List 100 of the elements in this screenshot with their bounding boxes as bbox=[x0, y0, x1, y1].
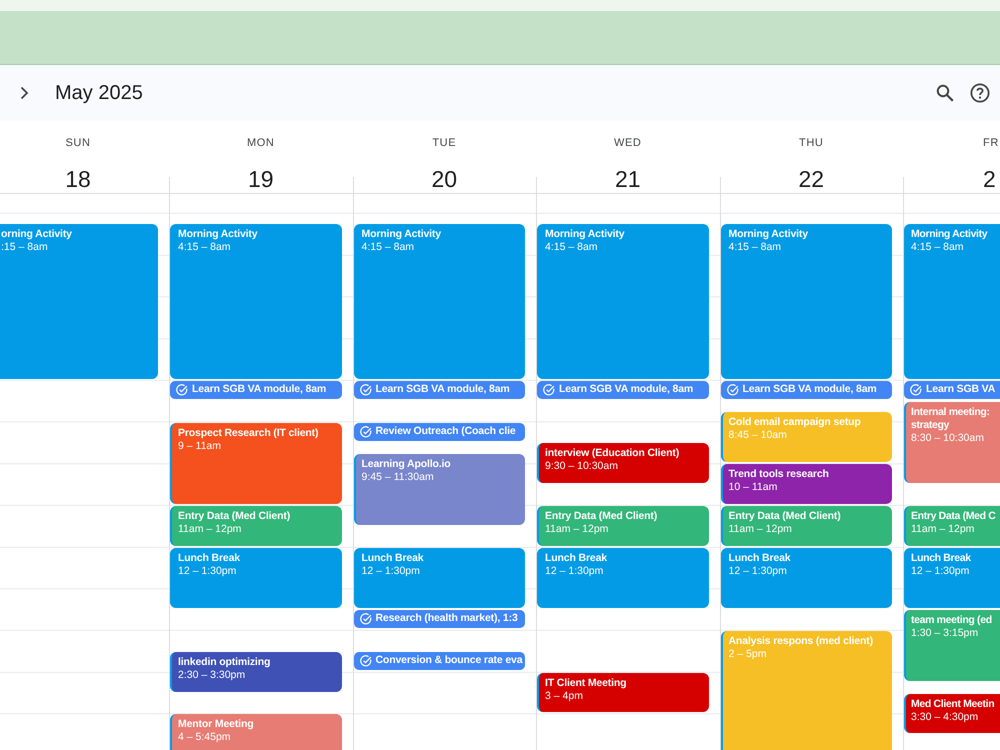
task-chip[interactable]: Research (health market), 1:3 bbox=[354, 610, 525, 628]
date-number[interactable]: 18 bbox=[65, 165, 91, 193]
date-number[interactable]: 2 bbox=[983, 165, 996, 193]
weekday-label: SUN bbox=[65, 137, 91, 149]
task-chip[interactable]: Learn SGB VA module, 8am bbox=[170, 380, 342, 399]
event-card[interactable]: Prospect Research (IT client) 9 – 11am bbox=[170, 422, 342, 504]
event-title: Lunch Break bbox=[362, 552, 424, 565]
event-title: Internal meeting: strategy bbox=[911, 406, 991, 432]
event-title: team meeting (ed bbox=[911, 614, 993, 628]
event-card[interactable]: Trend tools research 10 – 11am bbox=[720, 464, 892, 504]
event-time: 9:45 – 11:30am bbox=[362, 470, 435, 484]
event-title: IT Client Meeting bbox=[545, 676, 628, 690]
check-circle-icon bbox=[360, 613, 372, 626]
event-card[interactable]: interview (Education Client) 9:30 – 10:30am bbox=[537, 443, 708, 484]
event-time: 1:30 – 3:15pm bbox=[911, 627, 980, 640]
event-time: 11am – 12pm bbox=[178, 522, 242, 536]
event-title: Cold email campaign setup bbox=[728, 416, 862, 430]
event-title: orning Activity bbox=[1, 228, 73, 242]
check-circle-icon bbox=[176, 384, 188, 396]
month-title: May 2025 bbox=[55, 81, 143, 106]
event-card[interactable]: Morning Activity 4:15 – 8am bbox=[904, 224, 1000, 379]
task-chip[interactable]: Learn SGB VA module, 8am bbox=[720, 380, 892, 399]
weekday-label: WED bbox=[614, 137, 642, 149]
event-time: 3 – 4pm bbox=[545, 690, 584, 703]
event-time: 4:15 – 8am bbox=[362, 241, 416, 254]
event-title: Morning Activity bbox=[362, 228, 442, 242]
event-title: linkedin optimizing bbox=[178, 656, 272, 669]
event-card[interactable]: Morning Activity 4:15 – 8am bbox=[537, 224, 708, 379]
event-card[interactable]: Morning Activity 4:15 – 8am bbox=[354, 224, 525, 379]
task-chip[interactable]: Learn SGB VA module, 8am bbox=[537, 380, 708, 399]
check-circle-icon bbox=[360, 654, 372, 667]
event-title: Morning Activity bbox=[178, 228, 258, 242]
weekday-label: MON bbox=[247, 137, 274, 149]
weekday-label: THU bbox=[799, 137, 824, 149]
event-card[interactable]: Learning Apollo.io 9:45 – 11:30am bbox=[354, 454, 525, 525]
task-chip[interactable]: Learn SGB VA module, 8am bbox=[354, 380, 525, 399]
check-circle-icon bbox=[726, 384, 738, 396]
date-number[interactable]: 22 bbox=[798, 165, 824, 193]
search-icon[interactable] bbox=[936, 84, 954, 102]
event-time: 11am – 12pm bbox=[911, 522, 976, 536]
event-card[interactable]: Med Client Meetin 3:30 – 4:30pm bbox=[904, 694, 1000, 734]
event-time: 2 – 5pm bbox=[728, 648, 768, 661]
event-card[interactable]: Lunch Break 12 – 1:30pm bbox=[354, 548, 525, 608]
event-title: Entry Data (Med Client) bbox=[545, 510, 658, 523]
help-icon[interactable] bbox=[970, 83, 990, 103]
event-card[interactable]: Lunch Break 12 – 1:30pm bbox=[904, 548, 1000, 608]
date-number[interactable]: 19 bbox=[248, 165, 274, 193]
event-time: 4:15 – 8am bbox=[545, 241, 599, 254]
event-time: 12 – 1:30pm bbox=[362, 564, 421, 578]
event-card[interactable]: linkedin optimizing 2:30 – 3:30pm bbox=[170, 652, 342, 692]
date-number[interactable]: 20 bbox=[431, 165, 458, 193]
event-time: 4:15 – 8am bbox=[728, 241, 782, 254]
event-card[interactable]: Internal meeting: strategy 8:30 – 10:30am bbox=[904, 402, 1000, 484]
event-time: 11am – 12pm bbox=[728, 522, 793, 536]
event-title: Learning Apollo.io bbox=[362, 458, 452, 471]
event-time: 4 – 5:45pm bbox=[178, 731, 232, 744]
event-card[interactable]: Mentor Meeting 4 – 5:45pm bbox=[170, 714, 342, 750]
event-card[interactable]: Entry Data (Med Client) 11am – 12pm bbox=[720, 506, 892, 546]
event-card[interactable]: Entry Data (Med Client) 11am – 12pm bbox=[537, 506, 708, 546]
event-card[interactable]: orning Activity :15 – 8am bbox=[0, 224, 158, 379]
check-circle-icon bbox=[360, 384, 372, 396]
event-time: 12 – 1:30pm bbox=[728, 564, 788, 578]
event-time: 3:30 – 4:30pm bbox=[911, 710, 980, 724]
event-card[interactable]: team meeting (ed 1:30 – 3:15pm bbox=[904, 610, 1000, 682]
weekday-label: TUE bbox=[432, 137, 456, 149]
event-title: Lunch Break bbox=[728, 552, 792, 565]
event-card[interactable]: Entry Data (Med C 11am – 12pm bbox=[904, 506, 1000, 546]
event-time: 4:15 – 8am bbox=[911, 241, 965, 254]
task-chip[interactable]: Learn SGB VA bbox=[904, 380, 1000, 399]
check-circle-icon bbox=[543, 384, 555, 396]
event-card[interactable]: Lunch Break 12 – 1:30pm bbox=[537, 548, 708, 608]
event-title: Analysis respons (med client) bbox=[728, 635, 874, 648]
check-circle-icon bbox=[360, 426, 372, 438]
event-card[interactable]: Lunch Break 12 – 1:30pm bbox=[720, 548, 892, 608]
event-time: 8:30 – 10:30am bbox=[911, 432, 985, 445]
task-chip[interactable]: Conversion & bounce rate eva bbox=[354, 652, 525, 670]
event-title: Lunch Break bbox=[911, 552, 972, 565]
event-title: Morning Activity bbox=[728, 228, 809, 242]
event-title: Lunch Break bbox=[545, 552, 608, 565]
event-card[interactable]: Lunch Break 12 – 1:30pm bbox=[170, 548, 342, 608]
event-card[interactable]: Entry Data (Med Client) 11am – 12pm bbox=[170, 506, 342, 546]
event-title: Entry Data (Med Client) bbox=[178, 510, 292, 523]
event-title: Trend tools research bbox=[728, 468, 830, 482]
event-time: 2:30 – 3:30pm bbox=[178, 668, 246, 682]
event-card[interactable]: Morning Activity 4:15 – 8am bbox=[720, 224, 892, 379]
event-title: Entry Data (Med C bbox=[911, 510, 996, 523]
event-time: 9:30 – 10:30am bbox=[545, 460, 619, 474]
date-number[interactable]: 21 bbox=[614, 165, 641, 193]
event-card[interactable]: IT Client Meeting 3 – 4pm bbox=[537, 672, 708, 712]
task-chip[interactable]: Review Outreach (Coach clie bbox=[354, 422, 525, 440]
event-time: 12 – 1:30pm bbox=[545, 564, 604, 578]
weekday-label: FR bbox=[983, 137, 999, 149]
event-time: 11am – 12pm bbox=[545, 522, 610, 536]
event-card[interactable]: Morning Activity 4:15 – 8am bbox=[170, 224, 342, 379]
event-time: 9 – 11am bbox=[178, 440, 222, 452]
event-title: Mentor Meeting bbox=[178, 718, 254, 732]
event-time: 12 – 1:30pm bbox=[911, 564, 970, 578]
event-title: Morning Activity bbox=[911, 228, 988, 242]
event-title: Lunch Break bbox=[178, 552, 241, 565]
event-time: 10 – 11am bbox=[728, 481, 778, 494]
